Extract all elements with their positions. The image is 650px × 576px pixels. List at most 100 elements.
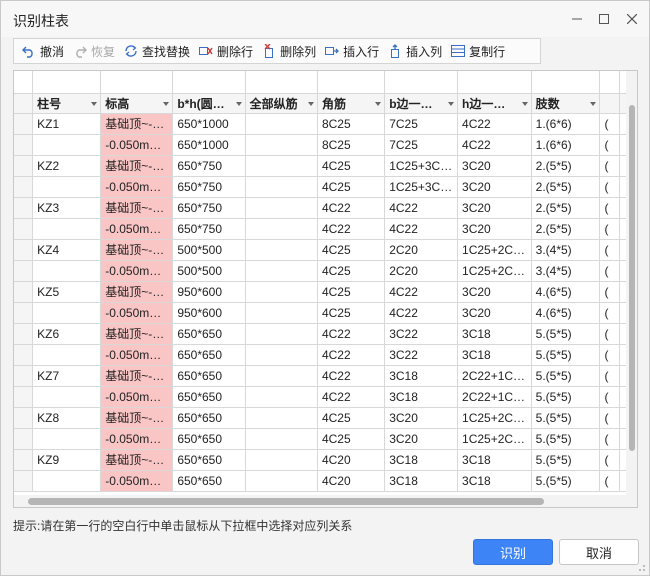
table-cell[interactable]: 3C20 — [457, 281, 532, 303]
table-cell[interactable] — [245, 281, 318, 303]
table-cell[interactable]: 650*650 — [172, 344, 246, 366]
row-header-cell[interactable] — [14, 449, 34, 471]
table-cell[interactable]: ( — [599, 365, 620, 387]
table-cell[interactable]: 2C20 — [384, 260, 459, 282]
table-cell[interactable]: ( — [599, 323, 620, 345]
undo-button[interactable]: 撤消 — [18, 40, 69, 62]
resize-grip-icon[interactable] — [636, 562, 646, 572]
table-cell[interactable]: 4C22 — [317, 323, 386, 345]
copy-row-button[interactable]: 复制行 — [447, 40, 510, 62]
table-cell[interactable] — [245, 218, 318, 240]
table-cell[interactable]: 基础顶~-… — [100, 155, 174, 177]
table-cell[interactable]: 1C25+2C… — [457, 428, 532, 450]
table-cell[interactable]: 4C22 — [457, 134, 532, 156]
row-header-cell[interactable] — [14, 428, 34, 450]
table-cell[interactable] — [245, 386, 318, 408]
table-cell[interactable]: ( — [599, 302, 620, 324]
mapping-cell[interactable] — [245, 71, 318, 94]
mapping-cell[interactable] — [317, 71, 386, 94]
minimize-icon[interactable] — [565, 7, 589, 31]
insert-row-button[interactable]: 插入行 — [321, 40, 384, 62]
table-cell[interactable]: 基础顶~-… — [100, 407, 174, 429]
close-icon[interactable] — [620, 7, 644, 31]
row-header-cell[interactable] — [14, 386, 34, 408]
table-cell[interactable]: KZ8 — [32, 407, 102, 429]
table-cell[interactable]: 2C22+1C… — [457, 365, 532, 387]
table-cell[interactable]: 4C25 — [317, 155, 386, 177]
table-cell[interactable]: 7C25 — [384, 113, 459, 135]
row-header-cell[interactable] — [14, 113, 34, 135]
cancel-button[interactable]: 取消 — [559, 539, 639, 565]
table-cell[interactable] — [32, 260, 102, 282]
row-header-cell[interactable] — [14, 323, 34, 345]
table-cell[interactable] — [245, 323, 318, 345]
find-replace-button[interactable]: 查找替换 — [120, 40, 195, 62]
table-cell[interactable]: 4C22 — [317, 386, 386, 408]
table-cell[interactable] — [245, 407, 318, 429]
row-header-cell[interactable] — [14, 470, 34, 492]
table-cell[interactable]: ( — [599, 281, 620, 303]
mapping-cell[interactable] — [172, 71, 246, 94]
table-cell[interactable] — [32, 386, 102, 408]
table-cell[interactable]: 3C18 — [457, 323, 532, 345]
table-cell[interactable]: ( — [599, 239, 620, 261]
table-cell[interactable]: KZ5 — [32, 281, 102, 303]
table-cell[interactable]: 4C20 — [317, 449, 386, 471]
delete-row-button[interactable]: 删除行 — [195, 40, 258, 62]
table-cell[interactable] — [32, 344, 102, 366]
table-cell[interactable]: 3C22 — [384, 323, 459, 345]
table-cell[interactable]: 基础顶~-… — [100, 281, 174, 303]
table-cell[interactable] — [32, 302, 102, 324]
table-cell[interactable] — [245, 155, 318, 177]
table-cell[interactable] — [245, 302, 318, 324]
table-cell[interactable]: 1C25+3C… — [384, 155, 459, 177]
table-cell[interactable] — [32, 470, 102, 492]
table-cell[interactable]: 1.(6*6) — [531, 113, 601, 135]
table-cell[interactable]: 2.(5*5) — [531, 197, 601, 219]
row-header-cell[interactable] — [14, 281, 34, 303]
table-cell[interactable]: 1C25+2C… — [457, 407, 532, 429]
table-cell[interactable]: ( — [599, 218, 620, 240]
column-header[interactable]: b*h(圆… — [172, 93, 246, 114]
table-cell[interactable]: 650*1000 — [172, 134, 246, 156]
redo-button[interactable]: 恢复 — [69, 40, 120, 62]
table-cell[interactable]: ( — [599, 176, 620, 198]
table-cell[interactable]: 650*650 — [172, 470, 246, 492]
table-cell[interactable]: 4C22 — [317, 218, 386, 240]
delete-column-button[interactable]: 删除列 — [258, 40, 321, 62]
table-cell[interactable]: ( — [599, 113, 620, 135]
table-cell[interactable]: KZ9 — [32, 449, 102, 471]
table-cell[interactable]: 4C25 — [317, 239, 386, 261]
table-cell[interactable]: 基础顶~-… — [100, 323, 174, 345]
table-cell[interactable]: 650*650 — [172, 323, 246, 345]
table-cell[interactable]: 5.(5*5) — [531, 365, 601, 387]
table-cell[interactable]: 500*500 — [172, 239, 246, 261]
table-cell[interactable]: 3C18 — [384, 365, 459, 387]
table-cell[interactable]: 3C20 — [457, 155, 532, 177]
insert-column-button[interactable]: 插入列 — [384, 40, 447, 62]
table-cell[interactable]: 1.(6*6) — [531, 134, 601, 156]
table-cell[interactable]: 5.(5*5) — [531, 323, 601, 345]
column-header[interactable]: b边一… — [384, 93, 459, 114]
table-cell[interactable] — [245, 470, 318, 492]
table-cell[interactable]: 3C20 — [457, 302, 532, 324]
table-cell[interactable]: 4C20 — [317, 470, 386, 492]
table-cell[interactable]: 3C20 — [457, 197, 532, 219]
table-cell[interactable]: 4C22 — [317, 344, 386, 366]
table-cell[interactable]: KZ3 — [32, 197, 102, 219]
table-cell[interactable]: 4C22 — [384, 197, 459, 219]
row-header-cell[interactable] — [14, 218, 34, 240]
maximize-icon[interactable] — [592, 7, 616, 31]
row-header-cell[interactable] — [14, 302, 34, 324]
column-header[interactable] — [599, 93, 620, 114]
table-cell[interactable]: KZ6 — [32, 323, 102, 345]
table-cell[interactable]: ( — [599, 197, 620, 219]
table-cell[interactable]: 5.(5*5) — [531, 428, 601, 450]
table-cell[interactable]: -0.050m… — [100, 218, 174, 240]
table-cell[interactable]: 3C20 — [384, 407, 459, 429]
table-cell[interactable]: 650*750 — [172, 176, 246, 198]
table-cell[interactable]: 4C25 — [317, 281, 386, 303]
dropdown-arrow-icon[interactable] — [590, 101, 597, 106]
table-cell[interactable]: KZ7 — [32, 365, 102, 387]
table-cell[interactable]: 3C18 — [457, 470, 532, 492]
